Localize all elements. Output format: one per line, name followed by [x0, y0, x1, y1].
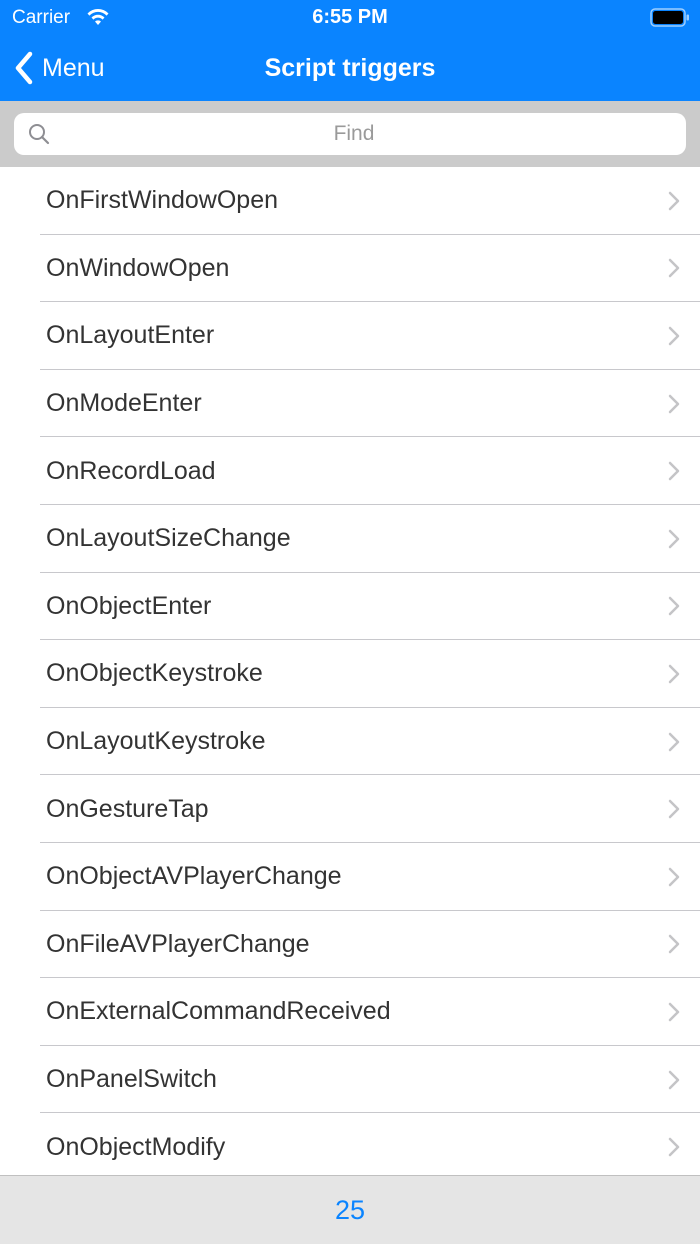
chevron-right-icon: [668, 1070, 680, 1089]
chevron-right-icon: [668, 259, 680, 278]
status-time: 6:55 PM: [312, 6, 388, 28]
chevron-right-icon: [668, 1002, 680, 1022]
list-item-label: OnModeEnter: [46, 389, 202, 418]
list-item[interactable]: OnRecordLoad: [0, 437, 700, 505]
list-item-label: OnExternalCommandReceived: [46, 997, 391, 1026]
chevron-right-icon: [668, 394, 680, 413]
list-item[interactable]: OnLayoutEnter: [0, 302, 700, 370]
list-item-label: OnLayoutSizeChange: [46, 524, 291, 553]
list-item[interactable]: OnWindowOpen: [0, 235, 700, 303]
list-item-label: OnWindowOpen: [46, 253, 230, 282]
list-item[interactable]: OnObjectModify: [0, 1113, 700, 1175]
list-item[interactable]: OnObjectAVPlayerChange: [0, 843, 700, 911]
navigation-header: Carrier 6:55 PM Menu Script triggers: [0, 0, 700, 101]
chevron-right-icon: [668, 191, 680, 211]
search-field[interactable]: [14, 113, 686, 155]
list-item-label: OnLayoutKeystroke: [46, 727, 266, 756]
list-item[interactable]: OnLayoutKeystroke: [0, 708, 700, 776]
list-item[interactable]: OnFileAVPlayerChange: [0, 911, 700, 979]
chevron-right-icon: [668, 732, 680, 751]
list-item[interactable]: OnExternalCommandReceived: [0, 978, 700, 1046]
list-item-label: OnFirstWindowOpen: [46, 186, 279, 215]
list-item[interactable]: OnModeEnter: [0, 370, 700, 438]
chevron-right-icon: [668, 326, 680, 346]
battery-icon: [650, 8, 689, 27]
list-item-label: OnRecordLoad: [46, 456, 216, 485]
item-count[interactable]: 25: [335, 1195, 365, 1226]
chevron-right-icon: [668, 597, 680, 616]
chevron-right-icon: [668, 867, 680, 886]
chevron-right-icon: [668, 529, 680, 549]
chevron-right-icon: [668, 461, 680, 481]
chevron-right-icon: [668, 664, 680, 684]
search-icon: [29, 124, 50, 145]
footer-bar: 25: [0, 1175, 700, 1244]
list-item-label: OnGestureTap: [46, 794, 209, 823]
list-item[interactable]: OnLayoutSizeChange: [0, 505, 700, 573]
list-item-label: OnObjectModify: [46, 1132, 226, 1161]
search-bar: [0, 101, 700, 167]
script-trigger-list: OnFirstWindowOpen OnWindowOpen OnLayoutEnt…: [0, 167, 700, 1175]
chevron-right-icon: [668, 799, 680, 819]
chevron-right-icon: [668, 1137, 680, 1157]
status-bar: Carrier 6:55 PM: [0, 0, 700, 36]
chevron-right-icon: [668, 935, 680, 954]
list-item[interactable]: OnGestureTap: [0, 775, 700, 843]
list-item[interactable]: OnObjectEnter: [0, 573, 700, 641]
search-input[interactable]: [54, 113, 654, 155]
list-item-label: OnObjectAVPlayerChange: [46, 862, 342, 891]
list-item-label: OnObjectEnter: [46, 591, 212, 620]
page-title: Script triggers: [264, 54, 436, 82]
list-item[interactable]: OnObjectKeystroke: [0, 640, 700, 708]
list-item[interactable]: OnPanelSwitch: [0, 1046, 700, 1114]
list-item-label: OnPanelSwitch: [46, 1065, 217, 1094]
list-item[interactable]: OnFirstWindowOpen: [0, 167, 700, 235]
list-item-label: OnFileAVPlayerChange: [46, 929, 310, 958]
list-item-label: OnObjectKeystroke: [46, 659, 263, 688]
list-item-label: OnLayoutEnter: [46, 321, 215, 350]
